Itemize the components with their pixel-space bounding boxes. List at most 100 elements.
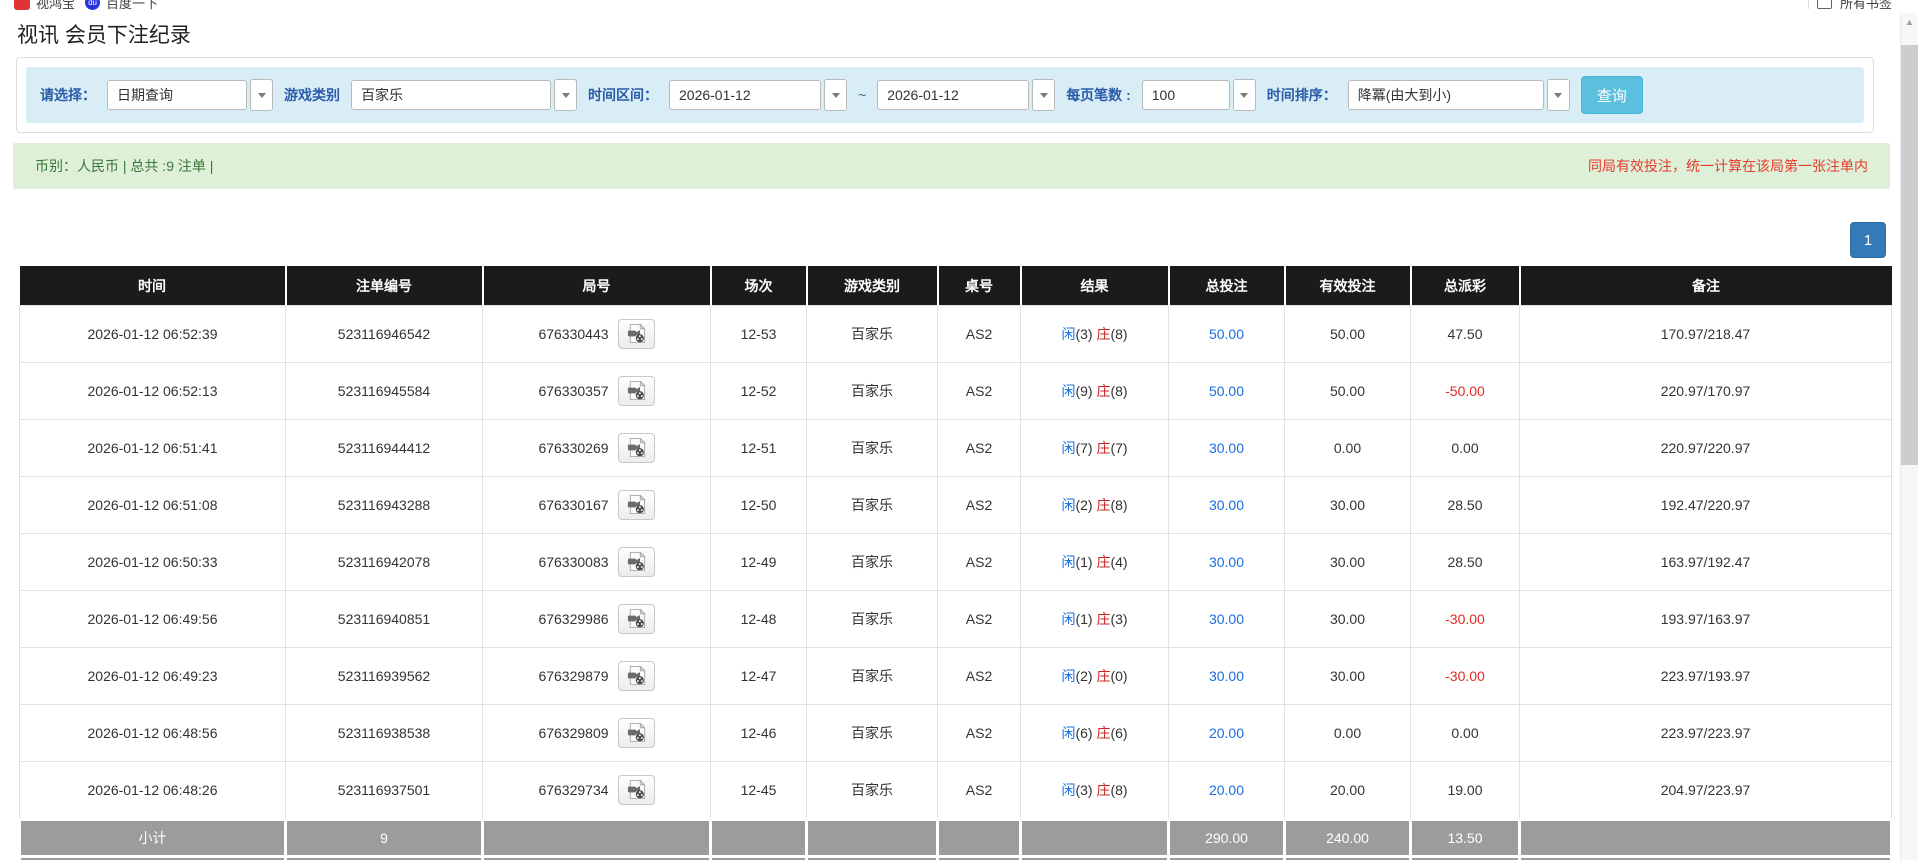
- time-sort-select[interactable]: 降冪(由大到小): [1347, 79, 1570, 111]
- cell-valid-bet: 30.00: [1284, 533, 1411, 591]
- page-size-dropdown-trigger[interactable]: [1232, 79, 1256, 111]
- cell-bet-id: 523116944412: [285, 419, 483, 477]
- video-replay-button[interactable]: [617, 775, 655, 805]
- total-bet-link[interactable]: 30.00: [1209, 668, 1244, 684]
- video-replay-button[interactable]: [617, 433, 655, 463]
- query-type-select[interactable]: 日期查询: [107, 79, 273, 111]
- banker-result-points: (8): [1110, 383, 1128, 399]
- sum-valid-bet: 240.00: [1283, 855, 1412, 860]
- video-replay-button[interactable]: [617, 376, 655, 406]
- player-result-label: 闲: [1061, 782, 1076, 798]
- total-bet-link[interactable]: 20.00: [1209, 782, 1244, 798]
- cell-session: 12-52: [710, 362, 807, 420]
- total-bet-link[interactable]: 30.00: [1209, 497, 1244, 513]
- header-time: 时间: [19, 266, 287, 306]
- date-from-dropdown-trigger[interactable]: [824, 79, 847, 111]
- cell-result: 闲(2) 庄(8): [1020, 476, 1169, 534]
- cell-time: 2026-01-12 06:48:26: [19, 761, 286, 820]
- time-sort-value[interactable]: 降冪(由大到小): [1347, 80, 1544, 110]
- cell-game-type: 百家乐: [806, 419, 938, 477]
- game-category-label: 游戏类别: [284, 87, 340, 103]
- cell-round-id: 676330083: [482, 533, 711, 591]
- player-result-points: (2): [1075, 497, 1097, 513]
- cell-time: 2026-01-12 06:48:56: [19, 704, 286, 762]
- page-size-label: 每页笔数 :: [1066, 87, 1131, 103]
- sum-valid-bet: 240.00: [1283, 818, 1412, 858]
- video-replay-icon: [627, 779, 646, 800]
- player-result-points: (2): [1075, 668, 1097, 684]
- cell-note: 163.97/192.47: [1519, 533, 1892, 591]
- cell-round-id: 676330357: [482, 362, 711, 420]
- date-to-picker[interactable]: 2026-01-12: [877, 79, 1056, 111]
- window-scrollbar[interactable]: ▲: [1900, 13, 1918, 860]
- scrollbar-up-arrow-icon[interactable]: ▲: [1901, 13, 1918, 31]
- video-replay-button[interactable]: [617, 661, 655, 691]
- video-replay-button[interactable]: [617, 319, 655, 349]
- video-replay-button[interactable]: [617, 604, 655, 634]
- total-bet-link[interactable]: 20.00: [1209, 725, 1244, 741]
- cell-payout: 28.50: [1410, 533, 1520, 591]
- cell-round-id: 676329809: [482, 704, 711, 762]
- sum-empty-result: [1019, 818, 1170, 858]
- sum-empty-session: [709, 855, 808, 860]
- banker-result-label: 庄: [1096, 383, 1111, 399]
- query-type-dropdown-trigger[interactable]: [250, 79, 273, 111]
- table-row: 2026-01-12 06:51:08 523116943288 676330167…: [19, 476, 1892, 534]
- range-separator: ~: [858, 87, 867, 103]
- scrollbar-thumb[interactable]: [1901, 45, 1918, 465]
- page-1-button[interactable]: 1: [1850, 222, 1886, 258]
- time-sort-dropdown-trigger[interactable]: [1546, 79, 1570, 111]
- sum-note: [1518, 855, 1893, 860]
- date-from-value[interactable]: 2026-01-12: [669, 80, 821, 110]
- total-bet-link[interactable]: 50.00: [1209, 383, 1244, 399]
- player-result-points: (7): [1075, 440, 1097, 456]
- cell-total-bet: 20.00: [1168, 761, 1285, 820]
- cell-table-no: AS2: [937, 533, 1021, 591]
- total-bet-link[interactable]: 30.00: [1209, 611, 1244, 627]
- video-replay-button[interactable]: [617, 490, 655, 520]
- page-size-select[interactable]: 100: [1141, 79, 1256, 111]
- caret-down-icon: [831, 92, 840, 98]
- query-type-value[interactable]: 日期查询: [107, 80, 247, 110]
- cell-total-bet: 30.00: [1168, 590, 1285, 648]
- search-button[interactable]: 查询: [1580, 76, 1643, 114]
- cell-table-no: AS2: [937, 761, 1021, 820]
- round-number: 676329809: [538, 725, 609, 741]
- bookmark-label: 视鸿宝: [36, 0, 76, 11]
- cell-time: 2026-01-12 06:52:39: [19, 305, 286, 363]
- video-replay-button[interactable]: [617, 547, 655, 577]
- video-replay-button[interactable]: [617, 718, 655, 748]
- date-from-picker[interactable]: 2026-01-12: [669, 79, 847, 111]
- round-number: 676329986: [538, 611, 609, 627]
- video-replay-icon: [627, 380, 646, 401]
- cell-total-bet: 30.00: [1168, 533, 1285, 591]
- cell-bet-id: 523116940851: [285, 590, 483, 648]
- cell-table-no: AS2: [937, 476, 1021, 534]
- cell-table-no: AS2: [937, 305, 1021, 363]
- cell-total-bet: 30.00: [1168, 647, 1285, 705]
- cell-note: 223.97/223.97: [1519, 704, 1892, 762]
- total-bet-link[interactable]: 30.00: [1209, 554, 1244, 570]
- cell-note: 193.97/163.97: [1519, 590, 1892, 648]
- game-category-dropdown-trigger[interactable]: [554, 79, 577, 111]
- page-size-value[interactable]: 100: [1141, 80, 1230, 110]
- total-bet-link[interactable]: 30.00: [1209, 440, 1244, 456]
- round-number: 676330083: [538, 554, 609, 570]
- date-to-value[interactable]: 2026-01-12: [877, 80, 1030, 110]
- all-bookmarks-button[interactable]: 所有书签: [1807, 0, 1892, 13]
- bookmark-item[interactable]: du 百度一下: [85, 0, 158, 12]
- game-category-select[interactable]: 百家乐: [351, 79, 577, 111]
- cell-payout: 19.00: [1410, 761, 1520, 820]
- game-category-value[interactable]: 百家乐: [351, 80, 551, 110]
- cell-game-type: 百家乐: [806, 362, 938, 420]
- player-result-label: 闲: [1061, 554, 1076, 570]
- date-to-dropdown-trigger[interactable]: [1032, 79, 1056, 111]
- cell-payout: -30.00: [1410, 647, 1520, 705]
- total-bet-link[interactable]: 50.00: [1209, 326, 1244, 342]
- cell-time: 2026-01-12 06:51:08: [19, 476, 286, 534]
- sum-empty-round: [481, 818, 712, 858]
- banker-result-points: (4): [1110, 554, 1128, 570]
- header-round-id: 局号: [482, 266, 712, 306]
- bookmark-item[interactable]: 视鸿宝: [14, 0, 75, 12]
- cell-valid-bet: 50.00: [1284, 305, 1411, 363]
